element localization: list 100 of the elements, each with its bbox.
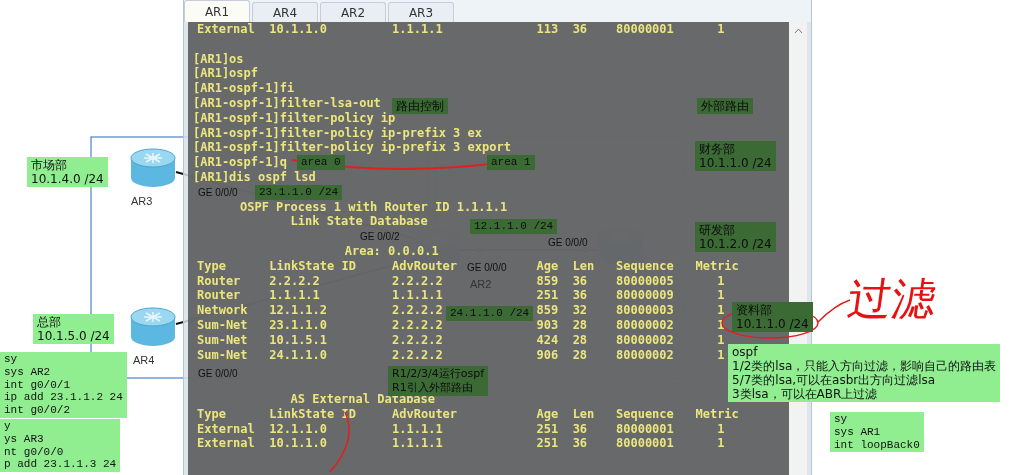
column-header: Len bbox=[572, 406, 595, 421]
table-cell: Router bbox=[197, 288, 241, 303]
table-cell: 23.1.1.0 bbox=[269, 317, 328, 332]
table-cell: 10.1.1.0 bbox=[269, 436, 328, 451]
table-cell: 80000002 bbox=[616, 317, 674, 332]
annotation-note: 研发部 10.1.2.0 /24 bbox=[695, 222, 776, 252]
scroll-up-icon[interactable] bbox=[793, 28, 803, 34]
table-cell: 906 bbox=[536, 347, 559, 362]
table-cell: 1 bbox=[717, 436, 725, 451]
annotation-note: 财务部 10.1.1.0 /24 bbox=[695, 141, 776, 171]
column-header: Len bbox=[572, 258, 595, 273]
column-header: Metric bbox=[695, 406, 739, 421]
table-cell: 1 bbox=[717, 288, 725, 303]
table-cell: 80000002 bbox=[616, 347, 674, 362]
table-cell: 12.1.1.0 bbox=[269, 421, 328, 436]
annotation-note: 路由控制 bbox=[392, 98, 448, 114]
table-cell: 80000001 bbox=[616, 421, 674, 436]
table-cell: 1.1.1.1 bbox=[269, 288, 320, 303]
annotation-note: area 1 bbox=[487, 155, 535, 170]
console-line: [AR1]os bbox=[193, 51, 244, 67]
console-line: Area: 0.0.0.1 bbox=[344, 243, 439, 259]
annotation-note: sy sys AR1 int loopBack0 bbox=[830, 412, 924, 453]
column-header: Metric bbox=[695, 258, 739, 273]
interface-label: GE 0/0/0 bbox=[548, 237, 588, 248]
interface-label: GE 0/0/0 bbox=[198, 187, 238, 198]
annotation-note: ospf 1/2类的lsa，只能入方向过滤，影响自己的路由表 5/7类的lsa,可以在asbr出方向过滤lsa 3类lsa，可以在ABR上过滤 bbox=[728, 344, 1001, 402]
table-cell: Sum-Net bbox=[197, 317, 248, 332]
annotation-note: 总部 10.1.5.0 /24 bbox=[33, 314, 114, 344]
tab[interactable]: AR2 bbox=[320, 2, 386, 22]
console-line: [AR1-ospf-1]q bbox=[193, 155, 287, 170]
table-cell: Sum-Net bbox=[197, 332, 248, 347]
column-header: Type bbox=[197, 258, 226, 273]
table-cell: 113 bbox=[536, 22, 559, 36]
handwritten-note: 过滤 bbox=[843, 272, 941, 326]
table-cell: 36 bbox=[572, 436, 588, 451]
tab[interactable]: AR3 bbox=[388, 2, 454, 22]
tab[interactable]: AR4 bbox=[252, 2, 318, 22]
table-cell: 28 bbox=[572, 347, 588, 362]
table-cell: 1 bbox=[717, 317, 725, 332]
table-cell: 36 bbox=[572, 22, 588, 36]
table-cell: Sum-Net bbox=[197, 347, 248, 362]
console-line: OSPF Process 1 with Router ID 1.1.1.1 bbox=[239, 199, 508, 215]
table-cell: 32 bbox=[572, 303, 588, 318]
table-cell: 10.1.5.1 bbox=[269, 332, 328, 347]
annotation-note: 12.1.1.0 /24 bbox=[470, 219, 558, 234]
column-header: LinkState ID bbox=[269, 406, 356, 421]
annotation-note: area 0 bbox=[297, 155, 345, 170]
table-cell: Network bbox=[197, 303, 248, 318]
interface-label: GE 0/0/2 bbox=[360, 231, 400, 242]
annotation-note: 23.1.1.0 /24 bbox=[255, 185, 343, 200]
console-line: [AR1-ospf-1]fi bbox=[193, 81, 295, 96]
table-cell: 36 bbox=[572, 421, 588, 436]
table-cell: 2.2.2.2 bbox=[392, 303, 443, 318]
table-cell: 1 bbox=[717, 22, 725, 36]
table-cell: 1 bbox=[717, 273, 725, 288]
annotation-note: 资料部 10.1.1.0 /24 bbox=[732, 302, 813, 332]
table-cell: 1 bbox=[717, 303, 725, 318]
table-cell: 251 bbox=[536, 436, 559, 451]
router-label: AR3 bbox=[131, 195, 153, 207]
table-cell: 903 bbox=[536, 317, 559, 332]
column-header: Type bbox=[197, 406, 226, 421]
table-cell: 10.1.1.0 bbox=[269, 22, 328, 36]
table-cell: 80000009 bbox=[616, 288, 674, 303]
table-cell: 80000002 bbox=[616, 332, 674, 347]
annotation-note: 24.1.1.0 /24 bbox=[446, 306, 534, 321]
column-header: AdvRouter bbox=[392, 258, 458, 273]
router-icon bbox=[130, 148, 176, 188]
table-cell: 251 bbox=[536, 421, 559, 436]
console-line: [AR1]ospf bbox=[193, 66, 259, 82]
tab[interactable]: AR1 bbox=[184, 0, 250, 22]
interface-label: GE 0/0/0 bbox=[467, 262, 507, 273]
table-cell: 28 bbox=[572, 317, 588, 332]
column-header: AdvRouter bbox=[392, 406, 458, 421]
table-cell: 36 bbox=[572, 288, 588, 303]
table-cell: 1.1.1.1 bbox=[392, 421, 443, 436]
column-header: LinkState ID bbox=[269, 258, 356, 273]
router-icon bbox=[130, 307, 176, 347]
router-label: AR4 bbox=[133, 354, 155, 366]
column-header: Age bbox=[536, 258, 559, 273]
table-cell: 36 bbox=[572, 273, 588, 288]
table-cell: 1 bbox=[717, 421, 725, 436]
console-line: [AR1]dis ospf lsd bbox=[193, 169, 316, 185]
table-cell: 28 bbox=[572, 332, 588, 347]
table-cell: 1.1.1.1 bbox=[392, 22, 443, 36]
table-cell: 12.1.1.2 bbox=[269, 303, 328, 318]
table-cell: 2.2.2.2 bbox=[392, 347, 443, 362]
table-cell: 1.1.1.1 bbox=[392, 436, 443, 451]
annotation-note: 外部路由 bbox=[697, 98, 753, 114]
interface-label: GE 0/0/0 bbox=[198, 368, 238, 379]
table-cell: Router bbox=[197, 273, 241, 288]
table-cell: 859 bbox=[536, 273, 559, 288]
table-cell: 80000001 bbox=[616, 22, 674, 36]
table-cell: 80000005 bbox=[616, 273, 674, 288]
table-cell: 80000001 bbox=[616, 436, 674, 451]
column-header: Sequence bbox=[616, 258, 674, 273]
table-cell: 1 bbox=[717, 347, 725, 362]
annotation-note: y ys AR3 nt g0/0/0 p add 23.1.1.3 24 bbox=[0, 419, 121, 473]
table-cell: 2.2.2.2 bbox=[392, 273, 443, 288]
console-line: [AR1-ospf-1]filter-lsa-out bbox=[193, 96, 381, 111]
annotation-note: 市场部 10.1.4.0 /24 bbox=[27, 157, 108, 187]
